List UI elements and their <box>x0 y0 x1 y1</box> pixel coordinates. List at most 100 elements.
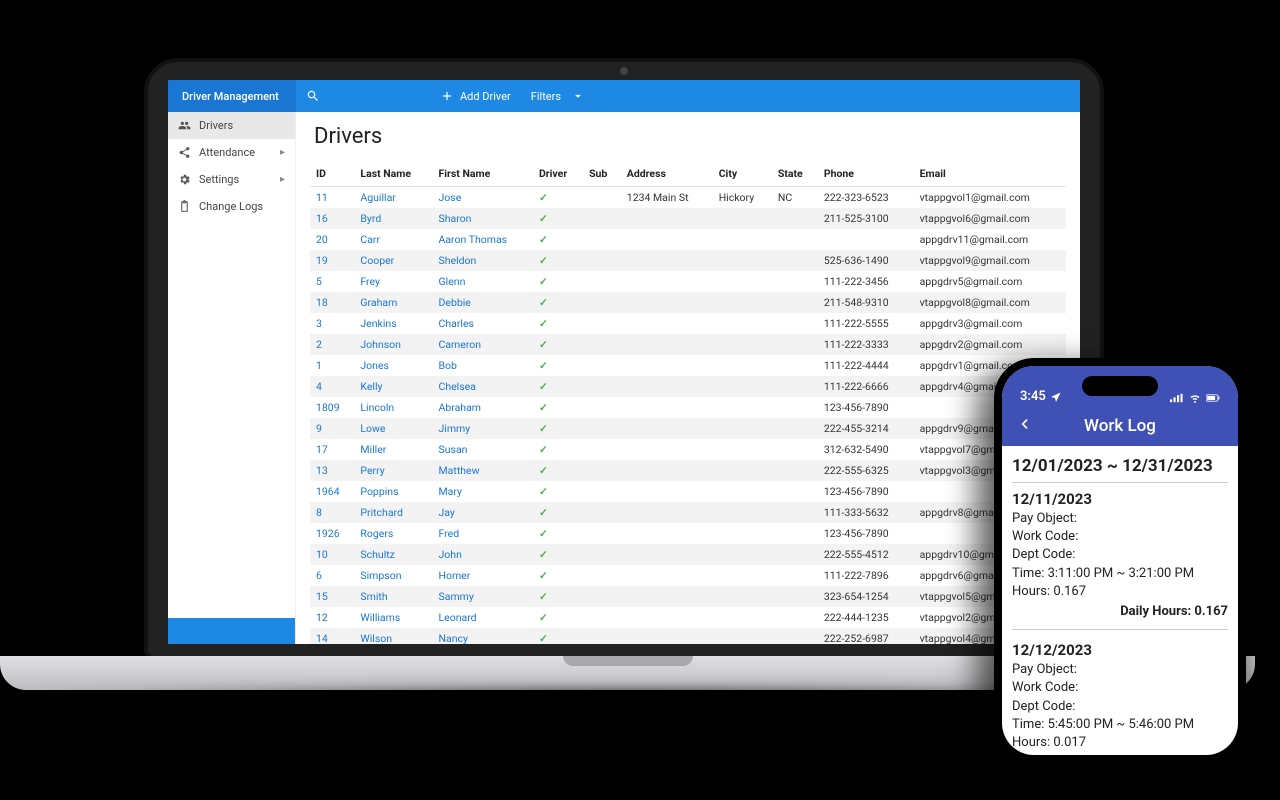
add-driver-button[interactable]: Add Driver <box>430 80 521 112</box>
cell-last[interactable]: Cooper <box>354 250 432 271</box>
cell-id[interactable]: 13 <box>310 460 354 481</box>
cell-first[interactable]: Glenn <box>433 271 533 292</box>
cell-id[interactable]: 1964 <box>310 481 354 502</box>
col-state[interactable]: State <box>772 161 818 187</box>
cell-first[interactable]: Nancy <box>433 628 533 644</box>
cell-last[interactable]: Schultz <box>354 544 432 565</box>
cell-last[interactable]: Poppins <box>354 481 432 502</box>
col-address[interactable]: Address <box>621 161 713 187</box>
worklog-entry[interactable]: 12/12/2023Pay Object:Work Code:Dept Code… <box>1012 640 1228 755</box>
cell-id[interactable]: 1926 <box>310 523 354 544</box>
cell-last[interactable]: Lincoln <box>354 397 432 418</box>
table-row[interactable]: 1926RogersFred✓123-456-7890 <box>310 523 1066 544</box>
cell-id[interactable]: 12 <box>310 607 354 628</box>
cell-last[interactable]: Johnson <box>354 334 432 355</box>
cell-id[interactable]: 3 <box>310 313 354 334</box>
cell-last[interactable]: Perry <box>354 460 432 481</box>
phone-body[interactable]: 12/01/2023 ~ 12/31/2023 12/11/2023Pay Ob… <box>1002 446 1238 755</box>
cell-first[interactable]: Abraham <box>433 397 533 418</box>
cell-id[interactable]: 4 <box>310 376 354 397</box>
cell-id[interactable]: 16 <box>310 208 354 229</box>
worklog-entry[interactable]: 12/11/2023Pay Object:Work Code:Dept Code… <box>1012 489 1228 630</box>
table-row[interactable]: 12WilliamsLeonard✓222-444-1235vtappgvol2… <box>310 607 1066 628</box>
cell-id[interactable]: 19 <box>310 250 354 271</box>
sidebar-item-settings[interactable]: Settings▸ <box>168 166 295 193</box>
cell-first[interactable]: Fred <box>433 523 533 544</box>
cell-id[interactable]: 11 <box>310 187 354 209</box>
cell-id[interactable]: 10 <box>310 544 354 565</box>
cell-first[interactable]: Jimmy <box>433 418 533 439</box>
cell-first[interactable]: Jay <box>433 502 533 523</box>
cell-last[interactable]: Aguillar <box>354 187 432 209</box>
table-row[interactable]: 11AguillarJose✓1234 Main StHickoryNC222-… <box>310 187 1066 209</box>
cell-last[interactable]: Byrd <box>354 208 432 229</box>
table-row[interactable]: 18GrahamDebbie✓211-548-9310vtappgvol8@gm… <box>310 292 1066 313</box>
table-row[interactable]: 17MillerSusan✓312-632-5490vtappgvol7@gma… <box>310 439 1066 460</box>
cell-first[interactable]: Matthew <box>433 460 533 481</box>
col-phone[interactable]: Phone <box>818 161 914 187</box>
col-last-name[interactable]: Last Name <box>354 161 432 187</box>
col-driver[interactable]: Driver <box>533 161 583 187</box>
cell-id[interactable]: 1809 <box>310 397 354 418</box>
drivers-table-wrap[interactable]: IDLast NameFirst NameDriverSubAddressCit… <box>296 161 1080 644</box>
table-row[interactable]: 19CooperSheldon✓525-636-1490vtappgvol9@g… <box>310 250 1066 271</box>
table-row[interactable]: 6SimpsonHomer✓111-222-7896appgdrv6@gmail… <box>310 565 1066 586</box>
cell-id[interactable]: 9 <box>310 418 354 439</box>
table-row[interactable]: 8PritchardJay✓111-333-5632appgdrv8@gmail… <box>310 502 1066 523</box>
cell-last[interactable]: Simpson <box>354 565 432 586</box>
table-row[interactable]: 20CarrAaron Thomas✓appgdrv11@gmail.com <box>310 229 1066 250</box>
cell-last[interactable]: Wilson <box>354 628 432 644</box>
cell-first[interactable]: Sammy <box>433 586 533 607</box>
table-row[interactable]: 1JonesBob✓111-222-4444appgdrv1@gmail.com <box>310 355 1066 376</box>
col-id[interactable]: ID <box>310 161 354 187</box>
table-row[interactable]: 5FreyGlenn✓111-222-3456appgdrv5@gmail.co… <box>310 271 1066 292</box>
table-row[interactable]: 15SmithSammy✓323-654-1254vtappgvol5@gmai… <box>310 586 1066 607</box>
col-city[interactable]: City <box>713 161 772 187</box>
cell-id[interactable]: 17 <box>310 439 354 460</box>
cell-last[interactable]: Smith <box>354 586 432 607</box>
cell-first[interactable]: Homer <box>433 565 533 586</box>
col-email[interactable]: Email <box>914 161 1066 187</box>
cell-last[interactable]: Kelly <box>354 376 432 397</box>
table-row[interactable]: 16ByrdSharon✓211-525-3100vtappgvol6@gmai… <box>310 208 1066 229</box>
cell-first[interactable]: Leonard <box>433 607 533 628</box>
cell-last[interactable]: Frey <box>354 271 432 292</box>
cell-id[interactable]: 6 <box>310 565 354 586</box>
cell-first[interactable]: Sharon <box>433 208 533 229</box>
cell-first[interactable]: Charles <box>433 313 533 334</box>
cell-id[interactable]: 8 <box>310 502 354 523</box>
cell-first[interactable]: Mary <box>433 481 533 502</box>
sidebar-item-attendance[interactable]: Attendance▸ <box>168 139 295 166</box>
search-button[interactable] <box>296 80 330 112</box>
cell-id[interactable]: 2 <box>310 334 354 355</box>
cell-id[interactable]: 14 <box>310 628 354 644</box>
table-row[interactable]: 10SchultzJohn✓222-555-4512appgdrv10@gmai… <box>310 544 1066 565</box>
col-first-name[interactable]: First Name <box>433 161 533 187</box>
cell-last[interactable]: Pritchard <box>354 502 432 523</box>
cell-first[interactable]: Bob <box>433 355 533 376</box>
filters-dropdown-button[interactable] <box>571 80 595 112</box>
sidebar-item-change-logs[interactable]: Change Logs <box>168 193 295 220</box>
cell-last[interactable]: Miller <box>354 439 432 460</box>
cell-id[interactable]: 1 <box>310 355 354 376</box>
cell-first[interactable]: Susan <box>433 439 533 460</box>
table-row[interactable]: 4KellyChelsea✓111-222-6666appgdrv4@gmail… <box>310 376 1066 397</box>
cell-last[interactable]: Jenkins <box>354 313 432 334</box>
cell-last[interactable]: Williams <box>354 607 432 628</box>
cell-first[interactable]: John <box>433 544 533 565</box>
table-row[interactable]: 13PerryMatthew✓222-555-6325vtappgvol3@gm… <box>310 460 1066 481</box>
cell-first[interactable]: Jose <box>433 187 533 209</box>
cell-id[interactable]: 15 <box>310 586 354 607</box>
filters-button[interactable]: Filters <box>521 80 571 112</box>
table-row[interactable]: 9LoweJimmy✓222-455-3214appgdrv9@gmail.co… <box>310 418 1066 439</box>
table-row[interactable]: 3JenkinsCharles✓111-222-5555appgdrv3@gma… <box>310 313 1066 334</box>
cell-last[interactable]: Carr <box>354 229 432 250</box>
table-row[interactable]: 1809LincolnAbraham✓123-456-7890 <box>310 397 1066 418</box>
cell-last[interactable]: Rogers <box>354 523 432 544</box>
cell-last[interactable]: Lowe <box>354 418 432 439</box>
table-row[interactable]: 14WilsonNancy✓222-252-6987vtappgvol4@gma… <box>310 628 1066 644</box>
col-sub[interactable]: Sub <box>583 161 621 187</box>
cell-first[interactable]: Chelsea <box>433 376 533 397</box>
cell-first[interactable]: Cameron <box>433 334 533 355</box>
cell-last[interactable]: Jones <box>354 355 432 376</box>
